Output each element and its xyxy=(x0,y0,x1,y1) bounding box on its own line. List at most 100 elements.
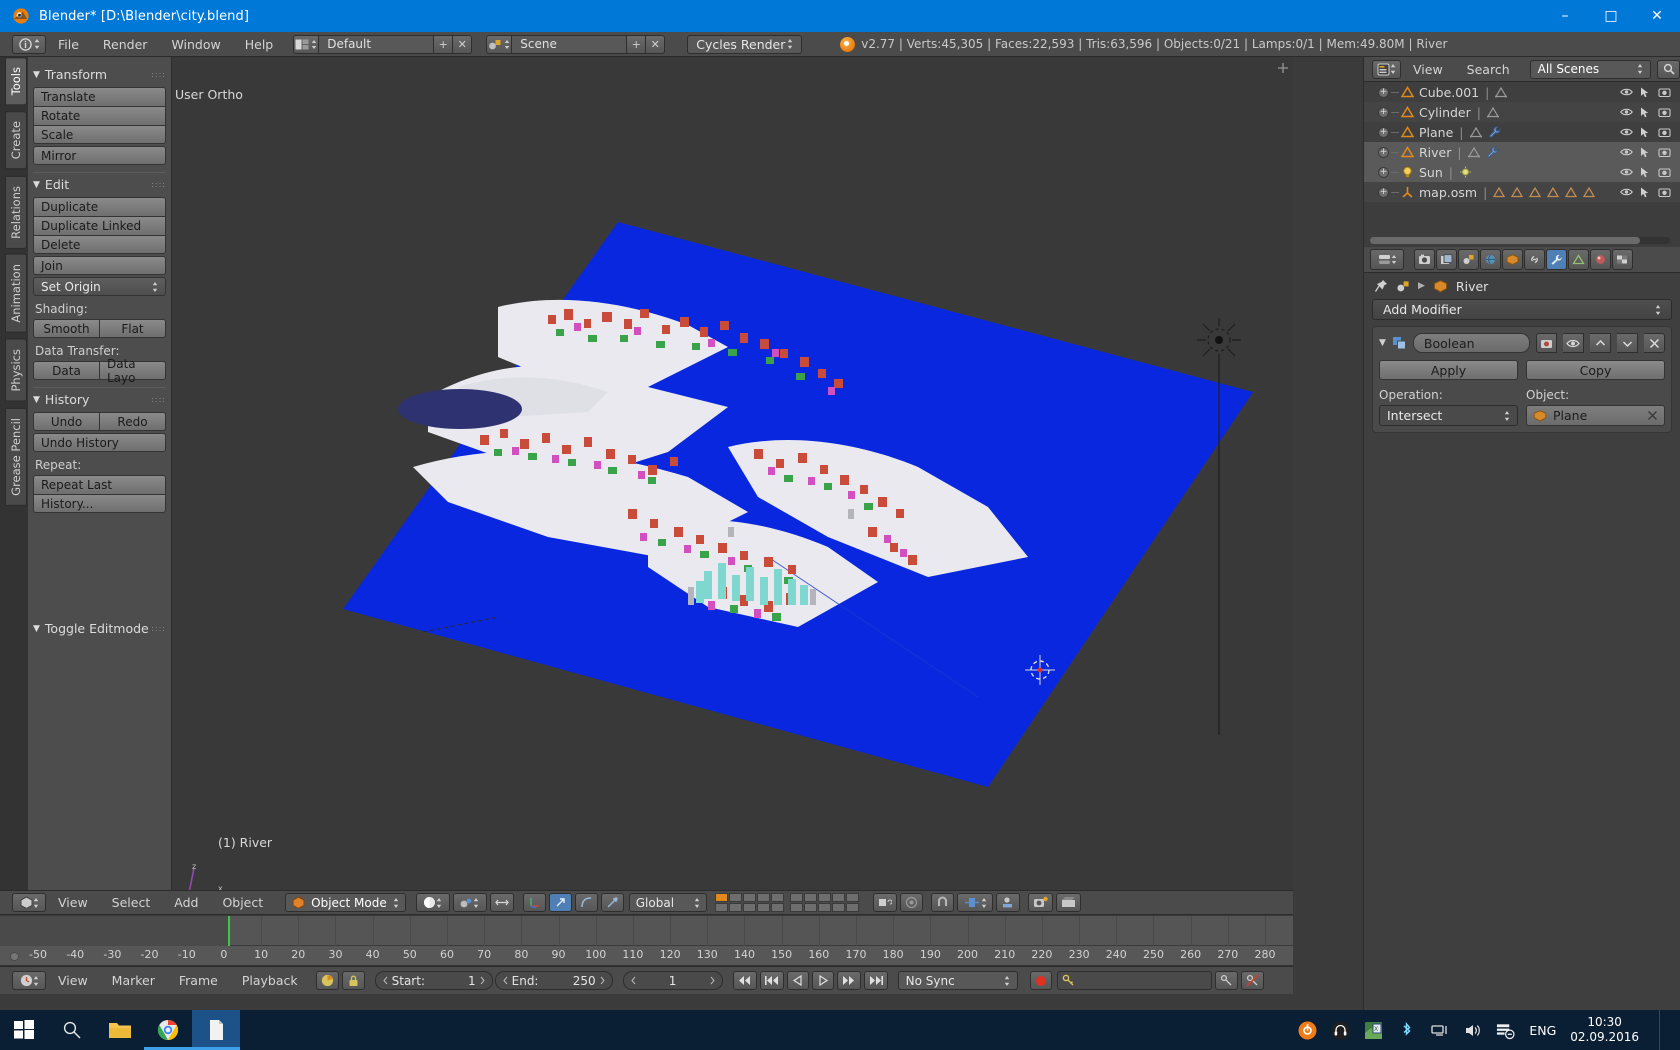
timeline-scrollbar-handle[interactable] xyxy=(10,952,19,961)
outliner-expand-toggle[interactable]: + xyxy=(1378,126,1389,138)
outliner-row-cylinder[interactable]: + Cylinder | xyxy=(1364,102,1680,122)
outliner-mesh-data-icon[interactable] xyxy=(1469,126,1482,138)
outliner-row-river[interactable]: + River | xyxy=(1364,142,1680,162)
frame-end-field[interactable]: End: 250 xyxy=(494,971,613,990)
modifier-delete-button[interactable] xyxy=(1644,333,1665,353)
viewport-menu-add[interactable]: Add xyxy=(162,890,210,915)
modifier-copy-button[interactable]: Copy xyxy=(1526,360,1665,380)
rotate-button[interactable]: Rotate xyxy=(33,106,166,125)
pivot-point-selector[interactable] xyxy=(452,893,487,912)
action-center-icon[interactable] xyxy=(1496,1021,1515,1040)
tab-scene[interactable] xyxy=(1458,249,1479,270)
delete-button[interactable]: Delete xyxy=(33,235,166,254)
editor-type-selector-info[interactable] xyxy=(12,34,46,54)
lock-time-button[interactable] xyxy=(341,971,365,990)
outliner-menu-search[interactable]: Search xyxy=(1455,57,1522,82)
play-reverse-button[interactable] xyxy=(786,971,809,990)
tool-tab-create[interactable]: Create xyxy=(5,111,27,170)
outliner-object-name[interactable]: Cube.001 xyxy=(1419,85,1479,100)
outliner-display-mode-selector[interactable]: All Scenes xyxy=(1529,59,1652,79)
outliner-restrict-view-icon[interactable] xyxy=(1620,187,1633,197)
outliner-tree[interactable]: + Cube.001 | + Cylinder | + Plane | + River | + Sun | +… xyxy=(1364,82,1680,202)
outliner-mesh-data-icon[interactable] xyxy=(1486,106,1499,118)
delete-keyframe-button[interactable] xyxy=(1240,971,1264,990)
modifier-render-toggle[interactable] xyxy=(1536,333,1557,353)
outliner-restrict-render-icon[interactable] xyxy=(1658,187,1671,198)
3d-viewport[interactable]: x z User Ortho (1) River Tools Create Re… xyxy=(0,57,1293,890)
clock[interactable]: 10:30 02.09.2016 xyxy=(1570,1015,1645,1045)
data-layout-button[interactable]: Data Layo xyxy=(100,357,166,385)
blender-taskbar-icon[interactable] xyxy=(192,1010,240,1050)
language-indicator[interactable]: ENG xyxy=(1529,1023,1556,1038)
outliner-lamp-data-icon[interactable] xyxy=(1459,166,1472,178)
maps-icon[interactable]: X xyxy=(1364,1021,1383,1040)
opengl-render-animation-button[interactable] xyxy=(1055,893,1081,912)
active-keying-set-field[interactable] xyxy=(1056,971,1212,990)
tab-data[interactable] xyxy=(1568,249,1589,270)
outliner-restrict-select-icon[interactable] xyxy=(1640,87,1651,98)
sync-mode-selector[interactable]: No Sync xyxy=(897,971,1018,990)
properties-editor[interactable]: ▶ River Add Modifier ▼ Boolean Apply Cop… xyxy=(1363,247,1680,1042)
outliner-editor[interactable]: View Search All Scenes + Cube.001 | + Cylind… xyxy=(1363,57,1680,247)
volume-icon[interactable] xyxy=(1463,1021,1482,1040)
render-engine-selector[interactable]: Cycles Render xyxy=(687,34,803,54)
data-button[interactable]: Data xyxy=(33,361,100,380)
current-frame-field[interactable]: 1 xyxy=(622,971,723,990)
insert-keyframe-button[interactable] xyxy=(1214,971,1238,990)
operation-selector[interactable]: Intersect xyxy=(1379,405,1518,426)
snap-magnet-button[interactable] xyxy=(930,893,954,912)
outliner-row-sun[interactable]: + Sun | xyxy=(1364,162,1680,182)
layer-block-1[interactable] xyxy=(714,893,784,912)
cloud-icon[interactable] xyxy=(1298,1021,1317,1040)
shade-flat-button[interactable]: Flat xyxy=(100,319,166,338)
lock-layers-button[interactable] xyxy=(872,893,897,912)
jump-to-end-button[interactable] xyxy=(863,971,888,990)
timeline-playhead[interactable] xyxy=(227,916,230,946)
viewport-canvas[interactable]: x z xyxy=(28,57,1293,890)
chevron-left-icon[interactable] xyxy=(382,976,388,985)
outliner-search-button[interactable] xyxy=(1657,59,1680,79)
delete-screen-layout-button[interactable]: ✕ xyxy=(453,34,473,54)
duplicate-linked-button[interactable]: Duplicate Linked xyxy=(33,216,166,235)
menu-render[interactable]: Render xyxy=(91,32,160,57)
outliner-child-mesh-icon[interactable] xyxy=(1511,186,1524,198)
outliner-expand-toggle[interactable]: + xyxy=(1378,106,1389,118)
manipulator-rotate-button[interactable] xyxy=(548,893,572,912)
tab-modifiers[interactable] xyxy=(1546,249,1567,270)
viewport-menu-select[interactable]: Select xyxy=(100,890,163,915)
add-screen-layout-button[interactable]: + xyxy=(434,34,454,54)
minimize-button[interactable]: – xyxy=(1542,0,1588,32)
outliner-restrict-select-icon[interactable] xyxy=(1640,107,1651,118)
auto-keyframe-button[interactable] xyxy=(1029,971,1052,990)
modifier-move-up-button[interactable] xyxy=(1590,333,1611,353)
tool-tab-animation[interactable]: Animation xyxy=(5,254,27,334)
panel-header-transform[interactable]: ▼ Transform :::: xyxy=(33,67,166,82)
scene-icon[interactable] xyxy=(486,34,513,54)
menu-help[interactable]: Help xyxy=(233,32,286,57)
modifier-move-down-button[interactable] xyxy=(1617,333,1638,353)
tab-render[interactable] xyxy=(1414,249,1435,270)
outliner-restrict-select-icon[interactable] xyxy=(1640,187,1651,198)
opengl-render-button[interactable] xyxy=(1027,893,1053,912)
editor-type-selector-3dview[interactable] xyxy=(12,893,46,912)
viewport-region-expand-icon[interactable] xyxy=(1277,62,1289,74)
scale-button[interactable]: Scale xyxy=(33,125,166,144)
manipulator-toggle-button[interactable] xyxy=(489,893,514,912)
manipulator-scale-toggle[interactable] xyxy=(600,893,624,912)
translate-button[interactable]: Translate xyxy=(33,87,166,106)
outliner-child-mesh-icon[interactable] xyxy=(1565,186,1578,198)
screen-layout-icon[interactable] xyxy=(293,34,320,54)
outliner-expand-toggle[interactable]: + xyxy=(1378,186,1389,198)
panel-header-history[interactable]: ▼ History :::: xyxy=(33,392,166,407)
outliner-row-cube-001[interactable]: + Cube.001 | xyxy=(1364,82,1680,102)
proportional-edit-button[interactable] xyxy=(899,893,923,912)
editor-type-selector-outliner[interactable] xyxy=(1372,59,1401,79)
outliner-child-mesh-icon[interactable] xyxy=(1583,186,1596,198)
chevron-left-icon[interactable] xyxy=(502,976,508,985)
outliner-object-name[interactable]: map.osm xyxy=(1419,185,1477,200)
outliner-object-name[interactable]: Plane xyxy=(1419,125,1453,140)
outliner-restrict-view-icon[interactable] xyxy=(1620,127,1633,137)
screen-layout-name[interactable]: Default xyxy=(319,34,435,54)
file-explorer-icon[interactable] xyxy=(96,1010,144,1050)
chrome-icon[interactable] xyxy=(144,1010,192,1050)
